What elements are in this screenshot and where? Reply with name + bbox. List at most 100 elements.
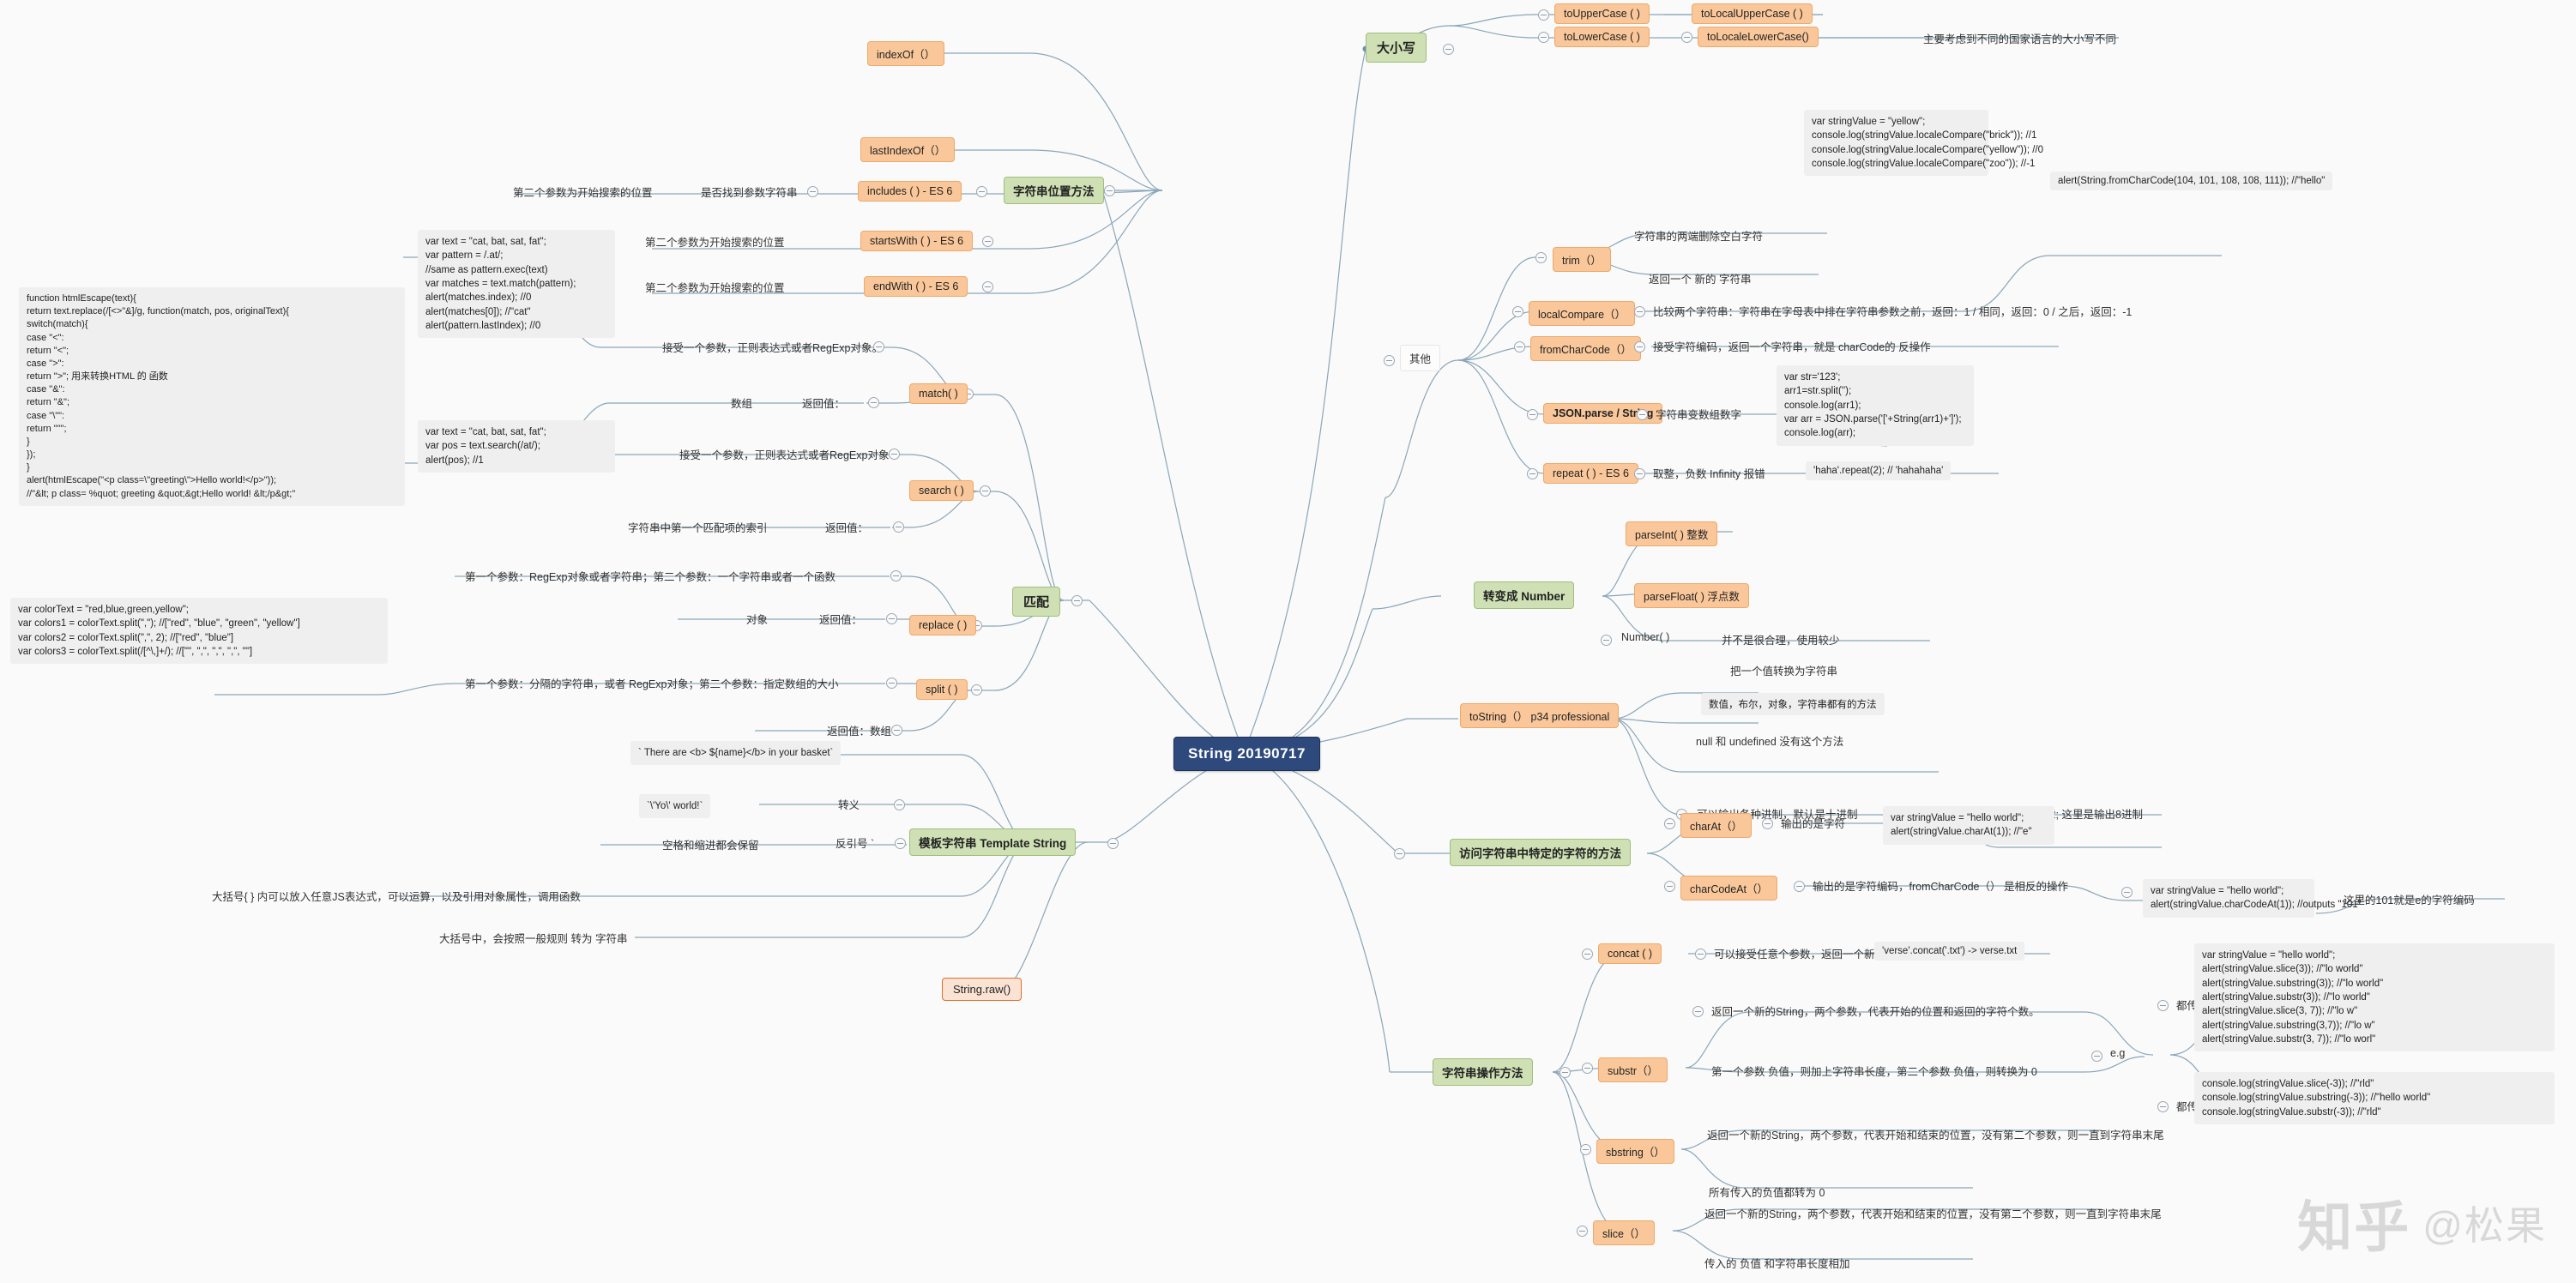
method-slice[interactable]: slice（）: [1593, 1220, 1656, 1245]
method-localeCompare[interactable]: localCompare（）: [1529, 301, 1636, 326]
toggle-jsonparse-desc[interactable]: [1637, 409, 1648, 420]
toggle-concat[interactable]: [1582, 949, 1593, 960]
toggle-search[interactable]: [980, 485, 991, 497]
toggle-repeat-desc[interactable]: [1634, 468, 1645, 479]
method-toLowerCase[interactable]: toLowerCase ( ): [1554, 27, 1650, 47]
method-startsWith[interactable]: startsWith ( ) - ES 6: [860, 231, 974, 251]
desc-includes: 是否找到参数字符串: [701, 187, 798, 199]
method-toUpperCase[interactable]: toUpperCase ( ): [1554, 3, 1650, 24]
topic-string-manip[interactable]: 字符串操作方法: [1433, 1058, 1533, 1086]
toggle-template[interactable]: [1107, 838, 1119, 849]
method-parseFloat[interactable]: parseFloat( ) 浮点数: [1634, 583, 1749, 608]
method-split[interactable]: split ( ): [916, 679, 968, 700]
desc-substr-2: 第一个参数 负值，则加上字符串长度，第二个参数 负值，则转换为 0: [1711, 1066, 2037, 1078]
method-search[interactable]: search ( ): [909, 480, 974, 501]
toggle-negative[interactable]: [2157, 1101, 2169, 1112]
method-charCodeAt[interactable]: charCodeAt（）: [1680, 876, 1778, 901]
toggle-position[interactable]: [1104, 185, 1115, 196]
toggle-fromcharcode-desc[interactable]: [1634, 341, 1645, 352]
method-toString[interactable]: toString（） p34 professional: [1460, 703, 1620, 728]
desc-substring-2: 所有传入的负值都转为 0: [1709, 1187, 1825, 1199]
method-toLocalUpperCase[interactable]: toLocalUpperCase ( ): [1692, 3, 1813, 24]
toggle-substring[interactable]: [1580, 1144, 1591, 1155]
topic-other[interactable]: 其他: [1400, 345, 1441, 371]
toggle-charcodeat-desc[interactable]: [1794, 881, 1805, 892]
toggle-number-fn[interactable]: [1601, 635, 1612, 646]
method-lastIndexOf[interactable]: lastIndexOf（）: [860, 137, 956, 162]
code-json-parse: var str='123'; arr1=str.split(''); conso…: [1777, 365, 1974, 446]
toggle-search-ret[interactable]: [893, 521, 904, 533]
desc-trim-2: 返回一个 新的 字符串: [1649, 274, 1752, 286]
toggle-toupper[interactable]: [1538, 9, 1549, 21]
node-string-raw[interactable]: String.raw(): [942, 978, 1023, 1001]
toggle-charcodeat-code[interactable]: [2121, 887, 2133, 898]
method-endWith[interactable]: endWith ( ) - ES 6: [864, 276, 968, 297]
toggle-localcompare-desc[interactable]: [1634, 306, 1645, 317]
toggle-positive[interactable]: [2157, 1000, 2169, 1011]
toggle-slice[interactable]: [1577, 1226, 1588, 1237]
toggle-replace-param[interactable]: [890, 570, 902, 581]
topic-string-position[interactable]: 字符串位置方法: [1004, 177, 1104, 204]
toggle-split[interactable]: [971, 684, 982, 696]
root-node[interactable]: String 20190717: [1173, 737, 1320, 771]
toggle-charat-desc[interactable]: [1762, 818, 1773, 829]
toggle-case[interactable]: [1443, 44, 1454, 55]
code-concat: 'verse'.concat('.txt') -> verse.txt: [1874, 942, 2025, 961]
method-indexOf[interactable]: indexOf（）: [867, 41, 945, 66]
toggle-other[interactable]: [1384, 355, 1395, 366]
toggle-startswith[interactable]: [982, 236, 993, 247]
method-match[interactable]: match( ): [909, 383, 968, 404]
code-html-escape: function htmlEscape(text){ return text.r…: [19, 287, 405, 506]
code-template-escape: `\'Yo\' world!`: [639, 794, 711, 819]
mindmap-canvas: String 20190717 大小写 toUpperCase ( ) toLo…: [0, 0, 2576, 1283]
note-template-tostring: 大括号中，会按照一般规则 转为 字符串: [439, 933, 628, 945]
toggle-repeat[interactable]: [1527, 468, 1538, 479]
code-match-example: var text = "cat, bat, sat, fat"; var pat…: [418, 230, 615, 339]
desc-fromCharCode: 接受字符编码，返回一个字符串，就是 charCode的 反操作: [1653, 341, 1931, 353]
toggle-charat[interactable]: [1664, 818, 1675, 829]
toggle-split-param[interactable]: [886, 678, 897, 689]
topic-case[interactable]: 大小写: [1366, 33, 1427, 63]
toggle-match-topic[interactable]: [1071, 595, 1083, 606]
toggle-includes-desc[interactable]: [807, 186, 818, 197]
toggle-access[interactable]: [1394, 848, 1405, 859]
toggle-charcodeat[interactable]: [1664, 881, 1675, 892]
method-substring[interactable]: sbstring（）: [1596, 1139, 1674, 1164]
code-positive-examples: var stringValue = "hello world"; alert(s…: [2194, 943, 2555, 1052]
toggle-eg[interactable]: [2091, 1051, 2102, 1062]
code-negative-examples: console.log(stringValue.slice(-3)); //"r…: [2194, 1072, 2555, 1124]
toggle-match-ret[interactable]: [868, 397, 879, 408]
method-trim[interactable]: trim（）: [1553, 247, 1611, 272]
toggle-tolower[interactable]: [1538, 32, 1549, 43]
toggle-manip[interactable]: [1559, 1067, 1571, 1078]
toggle-concat-desc[interactable]: [1695, 949, 1706, 960]
toggle-replace-ret[interactable]: [886, 613, 897, 624]
note-tostring-types: 数值，布尔，对象，字符串都有的方法: [1701, 693, 1885, 715]
toggle-substr-desc1[interactable]: [1692, 1006, 1704, 1017]
method-parseInt[interactable]: parseInt( ) 整数: [1626, 521, 1718, 546]
method-substr[interactable]: substr（）: [1598, 1057, 1668, 1082]
toggle-jsonparse[interactable]: [1527, 409, 1538, 420]
method-includes[interactable]: includes ( ) - ES 6: [858, 181, 962, 202]
method-fromCharCode[interactable]: fromCharCode（）: [1530, 336, 1641, 361]
toggle-includes[interactable]: [976, 186, 987, 197]
toggle-localcompare[interactable]: [1512, 306, 1523, 317]
toggle-endswith[interactable]: [982, 281, 993, 292]
toggle-backtick[interactable]: [895, 838, 906, 849]
topic-to-number[interactable]: 转变成 Number: [1474, 581, 1575, 609]
method-Number: Number( ): [1621, 631, 1670, 643]
topic-access-char[interactable]: 访问字符串中特定的字符的方法: [1450, 839, 1631, 866]
note-charCodeAt: 这里的101就是e的字符编码: [2344, 894, 2475, 907]
method-replace[interactable]: replace ( ): [909, 615, 977, 635]
toggle-tolocalelower[interactable]: [1681, 32, 1692, 43]
method-repeat[interactable]: repeat ( ) - ES 6: [1543, 463, 1638, 484]
toggle-escape[interactable]: [894, 799, 905, 810]
toggle-fromcharcode[interactable]: [1514, 341, 1525, 352]
toggle-trim[interactable]: [1535, 252, 1547, 263]
toggle-substr[interactable]: [1582, 1063, 1593, 1074]
method-charAt[interactable]: charAt（）: [1680, 813, 1753, 838]
method-toLocaleLowerCase[interactable]: toLocaleLowerCase(): [1698, 27, 1819, 47]
method-concat[interactable]: concat ( ): [1598, 943, 1662, 964]
topic-match[interactable]: 匹配: [1012, 587, 1061, 617]
topic-template-string[interactable]: 模板字符串 Template String: [909, 828, 1077, 856]
